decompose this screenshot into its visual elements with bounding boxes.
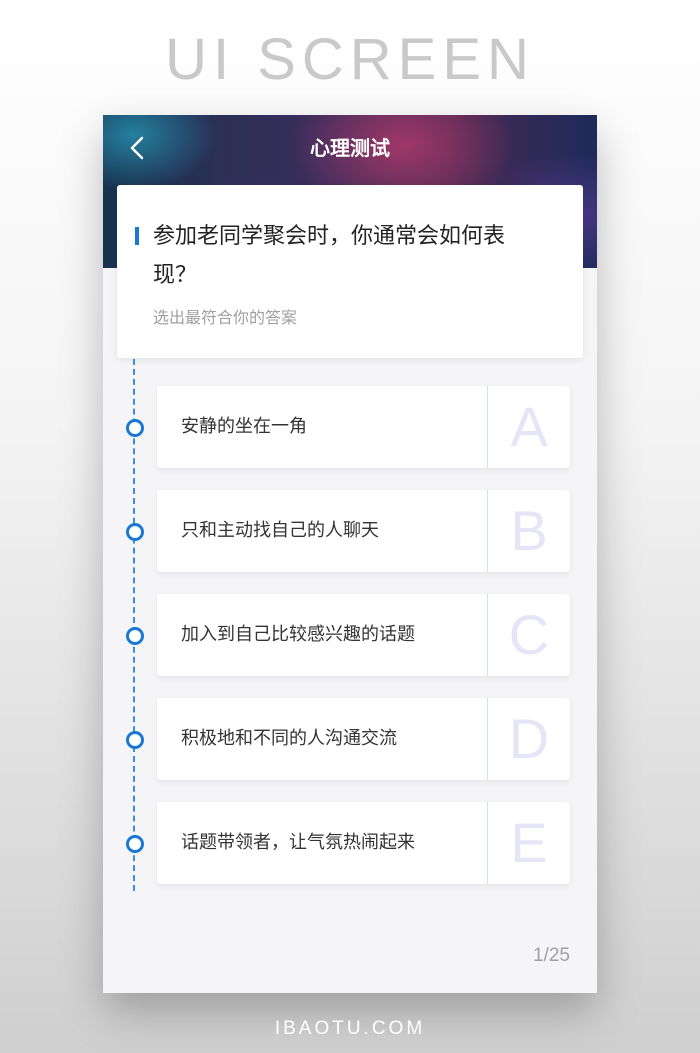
question-text: 参加老同学聚会时，你通常会如何表现？	[153, 224, 506, 288]
option-a[interactable]: 安静的坐在一角 A	[157, 386, 570, 468]
option-text: 加入到自己比较感兴趣的话题	[181, 624, 415, 645]
option-letter: C	[508, 603, 550, 666]
option-letter: E	[510, 811, 548, 874]
footer-watermark: IBAOTU.COM	[274, 1018, 426, 1039]
phone-screen: 心理测试 参加老同学聚会时，你通常会如何表现？ 选出最符合你的答案 安静的坐在一…	[103, 115, 597, 993]
timeline-dot	[126, 835, 144, 853]
page-indicator: 1/25	[533, 945, 570, 966]
question-accent-bar	[135, 227, 139, 245]
option-d[interactable]: 积极地和不同的人沟通交流 D	[157, 698, 570, 780]
timeline-dot	[126, 627, 144, 645]
question-card: 参加老同学聚会时，你通常会如何表现？ 选出最符合你的答案	[117, 185, 583, 358]
option-c[interactable]: 加入到自己比较感兴趣的话题 C	[157, 594, 570, 676]
timeline-line	[133, 359, 135, 891]
timeline-dot	[126, 523, 144, 541]
page-heading: UI SCREEN	[165, 27, 535, 92]
option-text: 话题带领者，让气氛热闹起来	[181, 832, 415, 853]
option-letter: D	[508, 707, 550, 770]
option-b[interactable]: 只和主动找自己的人聊天 B	[157, 490, 570, 572]
option-e[interactable]: 话题带领者，让气氛热闹起来 E	[157, 802, 570, 884]
page-title: 心理测试	[310, 136, 390, 160]
question-subtitle: 选出最符合你的答案	[153, 308, 298, 327]
timeline-dot	[126, 731, 144, 749]
option-text: 积极地和不同的人沟通交流	[181, 728, 397, 749]
option-text: 安静的坐在一角	[181, 416, 307, 437]
option-text: 只和主动找自己的人聊天	[181, 520, 379, 541]
option-letter: B	[510, 499, 548, 562]
option-letter: A	[510, 395, 548, 458]
timeline-dot	[126, 419, 144, 437]
